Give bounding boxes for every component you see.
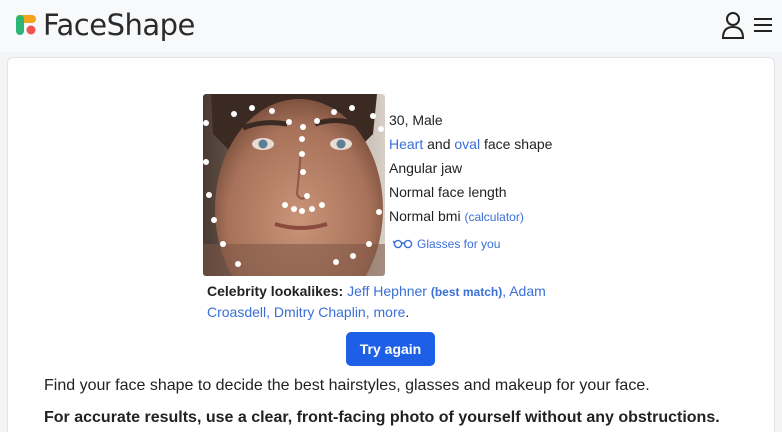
age-gender: 30, Male [389,112,443,128]
celebrity-end: . [405,304,410,320]
glasses-link[interactable]: Glasses for you [393,237,500,251]
celebrity-lookalikes: Celebrity lookalikes: Jeff Hephner (best… [207,281,587,322]
description-text: Find your face shape to decide the best … [44,377,650,394]
face-landmarks-image [203,94,385,276]
glasses-link-label: Glasses for you [417,237,501,251]
bmi-label: Normal bmi [389,208,461,224]
face-shape-and: and [423,136,455,152]
bmi-calculator-link[interactable]: (calculator) [464,210,523,224]
bmi-result: Normal bmi (calculator) [389,208,524,224]
jaw-result: Angular jaw [389,160,463,176]
oval-shape-link[interactable]: oval [454,136,480,152]
user-icon[interactable] [721,11,745,39]
face-photo [203,94,385,276]
menu-icon[interactable] [753,16,773,34]
brand-name: FaceShape [43,8,195,42]
face-length-result: Normal face length [389,184,507,200]
celebrity-link-jeff-hephner[interactable]: Jeff Hephner [347,283,427,299]
try-again-button[interactable]: Try again [346,332,435,366]
brand-logo[interactable]: FaceShape [14,8,195,42]
glasses-icon [393,239,413,249]
top-bar: FaceShape [0,0,782,52]
celebrity-label: Celebrity lookalikes: [207,283,344,299]
face-shape-suffix: face shape [480,136,553,152]
face-shape-result: Heart and oval face shape [389,136,552,152]
photo-tip-text: For accurate results, use a clear, front… [44,409,720,426]
heart-shape-link[interactable]: Heart [389,136,423,152]
brand-mark-icon [16,15,36,35]
best-match-badge: (best match) [430,285,503,299]
